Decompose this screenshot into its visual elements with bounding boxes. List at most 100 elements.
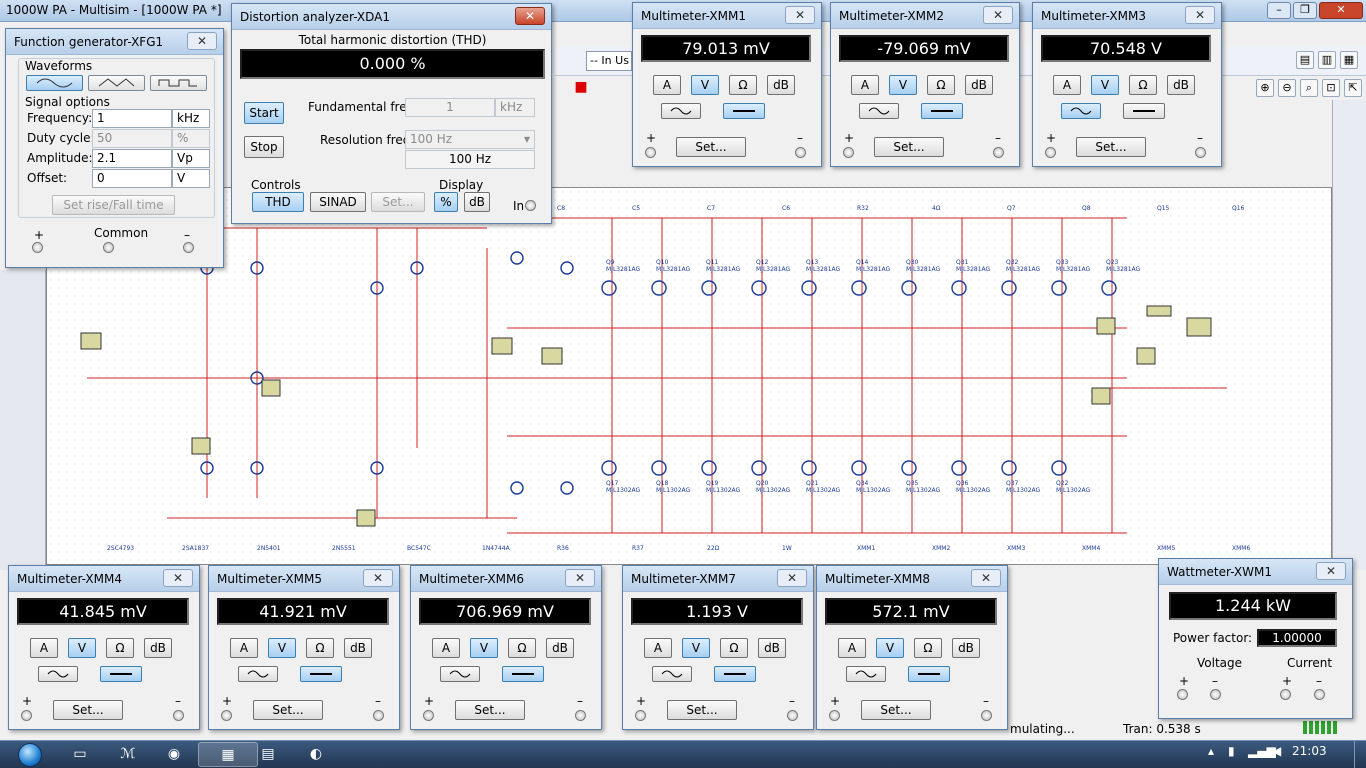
firefox-taskbar-button[interactable]: ◐ bbox=[292, 742, 340, 767]
zoom-area-icon[interactable]: ⌕ bbox=[1300, 79, 1318, 97]
percent-button[interactable]: % bbox=[434, 192, 458, 212]
fundamental-unit[interactable]: kHz bbox=[495, 98, 535, 117]
close-button[interactable]: ✕ bbox=[983, 6, 1013, 24]
decibel-button[interactable]: dB bbox=[952, 638, 980, 658]
close-button[interactable]: ✕ bbox=[163, 569, 193, 587]
ac-mode-button[interactable] bbox=[1061, 103, 1101, 119]
sine-wave-button[interactable] bbox=[26, 75, 83, 91]
clock[interactable]: 21:03 bbox=[1292, 744, 1332, 758]
ohmmeter-button[interactable]: Ω bbox=[729, 75, 757, 95]
current-minus-terminal-icon[interactable] bbox=[1314, 689, 1325, 700]
start-button[interactable] bbox=[6, 742, 50, 768]
fg-row-value[interactable]: 1 bbox=[92, 109, 172, 128]
ohmmeter-button[interactable]: Ω bbox=[720, 638, 748, 658]
battery-icon[interactable]: ▮ bbox=[1228, 744, 1235, 758]
fg-row-value[interactable]: 0 bbox=[92, 169, 172, 188]
plus-terminal-icon[interactable] bbox=[221, 710, 232, 721]
zoom-full-icon[interactable]: ⇱ bbox=[1344, 79, 1362, 97]
voltmeter-button[interactable]: V bbox=[691, 75, 719, 95]
close-button[interactable]: ✕ bbox=[1316, 562, 1346, 580]
minus-terminal-icon[interactable] bbox=[981, 710, 992, 721]
minus-terminal-icon[interactable] bbox=[787, 710, 798, 721]
set-button[interactable]: Set... bbox=[676, 137, 746, 157]
restore-button[interactable]: ❐ bbox=[1293, 2, 1317, 19]
decibel-button[interactable]: dB bbox=[965, 75, 993, 95]
dc-mode-button[interactable] bbox=[502, 666, 544, 682]
ammeter-button[interactable]: A bbox=[851, 75, 879, 95]
close-button[interactable]: ✕ bbox=[777, 569, 807, 587]
decibel-button[interactable]: dB bbox=[144, 638, 172, 658]
ohmmeter-button[interactable]: Ω bbox=[1129, 75, 1157, 95]
voltage-plus-terminal-icon[interactable] bbox=[1177, 689, 1188, 700]
voltmeter-button[interactable]: V bbox=[1091, 75, 1119, 95]
voltmeter-button[interactable]: V bbox=[68, 638, 96, 658]
set-button[interactable]: Set... bbox=[253, 700, 323, 720]
decibel-button[interactable]: dB bbox=[767, 75, 795, 95]
ohmmeter-button[interactable]: Ω bbox=[914, 638, 942, 658]
decibel-button[interactable]: dB bbox=[758, 638, 786, 658]
stop-button[interactable]: Stop bbox=[244, 136, 284, 158]
set-button[interactable]: Set... bbox=[874, 137, 944, 157]
plus-terminal-icon[interactable] bbox=[645, 147, 656, 158]
dc-mode-button[interactable] bbox=[908, 666, 950, 682]
ohmmeter-button[interactable]: Ω bbox=[508, 638, 536, 658]
fg-row-unit[interactable]: % bbox=[172, 129, 210, 148]
decibel-button[interactable]: dB bbox=[344, 638, 372, 658]
fg-row-unit[interactable]: kHz bbox=[172, 109, 210, 128]
minus-terminal-icon[interactable] bbox=[575, 710, 586, 721]
ac-mode-button[interactable] bbox=[846, 666, 886, 682]
tray-arrow-icon[interactable]: ▴ bbox=[1208, 744, 1214, 758]
zoom-fit-icon[interactable]: ⊡ bbox=[1322, 79, 1340, 97]
voltmeter-button[interactable]: V bbox=[876, 638, 904, 658]
plus-terminal-icon[interactable] bbox=[423, 710, 434, 721]
plus-terminal-icon[interactable] bbox=[1045, 147, 1056, 158]
ohmmeter-button[interactable]: Ω bbox=[106, 638, 134, 658]
close-button[interactable]: ✕ bbox=[187, 32, 217, 50]
ohmmeter-button[interactable]: Ω bbox=[927, 75, 955, 95]
set-button[interactable]: Set... bbox=[1076, 137, 1146, 157]
set-button[interactable]: Set... bbox=[455, 700, 525, 720]
set-button[interactable]: Set... bbox=[371, 192, 425, 212]
current-plus-terminal-icon[interactable] bbox=[1280, 689, 1291, 700]
dc-mode-button[interactable] bbox=[300, 666, 342, 682]
calculator-taskbar-button[interactable]: ▤ bbox=[244, 742, 292, 767]
thd-button[interactable]: THD bbox=[252, 192, 304, 212]
fg-row-value[interactable]: 2.1 bbox=[92, 149, 172, 168]
minus-terminal-icon[interactable] bbox=[795, 147, 806, 158]
dc-mode-button[interactable] bbox=[714, 666, 756, 682]
sheet-icon[interactable]: ▤ bbox=[1296, 51, 1314, 69]
triangle-wave-button[interactable] bbox=[88, 75, 145, 91]
voltmeter-button[interactable]: V bbox=[268, 638, 296, 658]
fg-row-value[interactable]: 50 bbox=[92, 129, 172, 148]
fg-row-unit[interactable]: V bbox=[172, 169, 210, 188]
db-button[interactable]: dB bbox=[464, 192, 490, 212]
close-button[interactable]: ✕ bbox=[363, 569, 393, 587]
decibel-button[interactable]: dB bbox=[546, 638, 574, 658]
set-rise-fall-button[interactable]: Set rise/Fall time bbox=[52, 195, 175, 215]
voltmeter-button[interactable]: V bbox=[682, 638, 710, 658]
ac-mode-button[interactable] bbox=[661, 103, 701, 119]
ammeter-button[interactable]: A bbox=[1053, 75, 1081, 95]
close-button[interactable]: ✕ bbox=[515, 7, 545, 25]
zoom-out-icon[interactable]: ⊖ bbox=[1278, 79, 1296, 97]
ac-mode-button[interactable] bbox=[440, 666, 480, 682]
minus-terminal-icon[interactable] bbox=[373, 710, 384, 721]
ammeter-button[interactable]: A bbox=[30, 638, 58, 658]
in-use-list[interactable]: -- In Us bbox=[586, 51, 632, 71]
minus-terminal-icon[interactable] bbox=[993, 147, 1004, 158]
dc-mode-button[interactable] bbox=[100, 666, 142, 682]
close-button[interactable]: ✕ bbox=[785, 6, 815, 24]
ammeter-button[interactable]: A bbox=[644, 638, 672, 658]
plus-terminal-icon[interactable] bbox=[21, 710, 32, 721]
decibel-button[interactable]: dB bbox=[1167, 75, 1195, 95]
common-terminal-icon[interactable] bbox=[103, 242, 114, 253]
close-button[interactable]: ✕ bbox=[971, 569, 1001, 587]
plus-terminal-icon[interactable] bbox=[32, 242, 43, 253]
close-button[interactable]: ✕ bbox=[565, 569, 595, 587]
ammeter-button[interactable]: A bbox=[653, 75, 681, 95]
dc-mode-button[interactable] bbox=[921, 103, 963, 119]
voltmeter-button[interactable]: V bbox=[889, 75, 917, 95]
set-button[interactable]: Set... bbox=[53, 700, 123, 720]
close-button[interactable]: ✕ bbox=[1319, 2, 1363, 19]
volume-icon[interactable]: ◀ bbox=[1272, 744, 1281, 758]
